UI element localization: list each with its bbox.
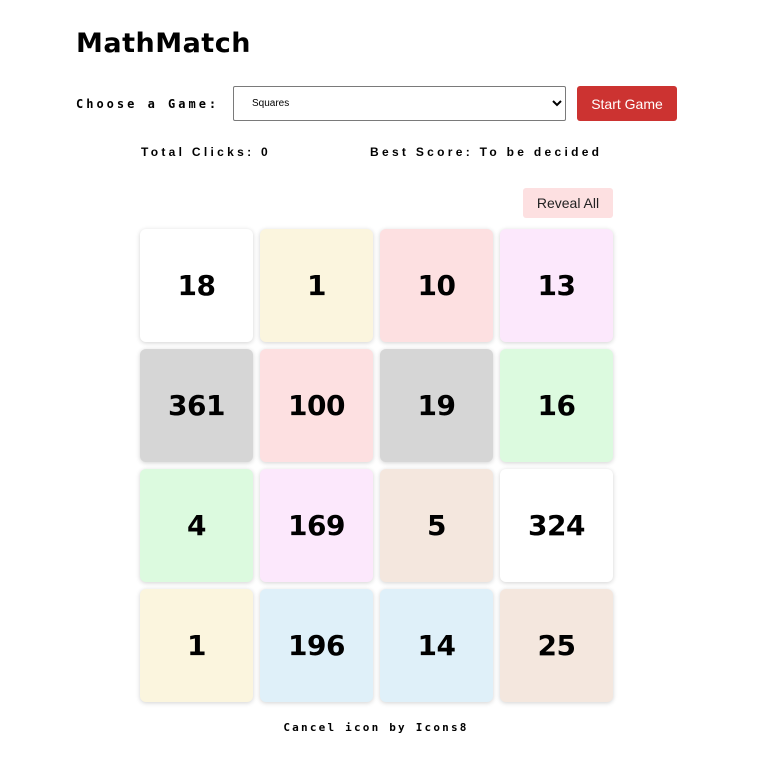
game-select[interactable]: Squares [233, 86, 566, 121]
card[interactable]: 18 [140, 229, 253, 342]
card[interactable]: 361 [140, 349, 253, 462]
card[interactable]: 169 [260, 469, 373, 582]
choose-game-label: Choose a Game: [76, 97, 220, 111]
card[interactable]: 10 [380, 229, 493, 342]
card[interactable]: 25 [500, 589, 613, 702]
card[interactable]: 324 [500, 469, 613, 582]
card[interactable]: 1 [260, 229, 373, 342]
card-grid: 18 1 10 13 361 100 19 16 4 169 5 324 1 1… [140, 229, 613, 702]
icon-credit: Cancel icon by Icons8 [283, 721, 469, 734]
card[interactable]: 4 [140, 469, 253, 582]
best-score: Best Score: To be decided [370, 145, 603, 159]
total-clicks: Total Clicks: 0 [141, 145, 271, 159]
card[interactable]: 1 [140, 589, 253, 702]
app-title: MathMatch [76, 28, 251, 59]
card[interactable]: 13 [500, 229, 613, 342]
card[interactable]: 100 [260, 349, 373, 462]
card[interactable]: 196 [260, 589, 373, 702]
card[interactable]: 16 [500, 349, 613, 462]
card[interactable]: 5 [380, 469, 493, 582]
card[interactable]: 19 [380, 349, 493, 462]
reveal-all-button[interactable]: Reveal All [523, 188, 613, 218]
card[interactable]: 14 [380, 589, 493, 702]
start-game-button[interactable]: Start Game [577, 86, 677, 121]
